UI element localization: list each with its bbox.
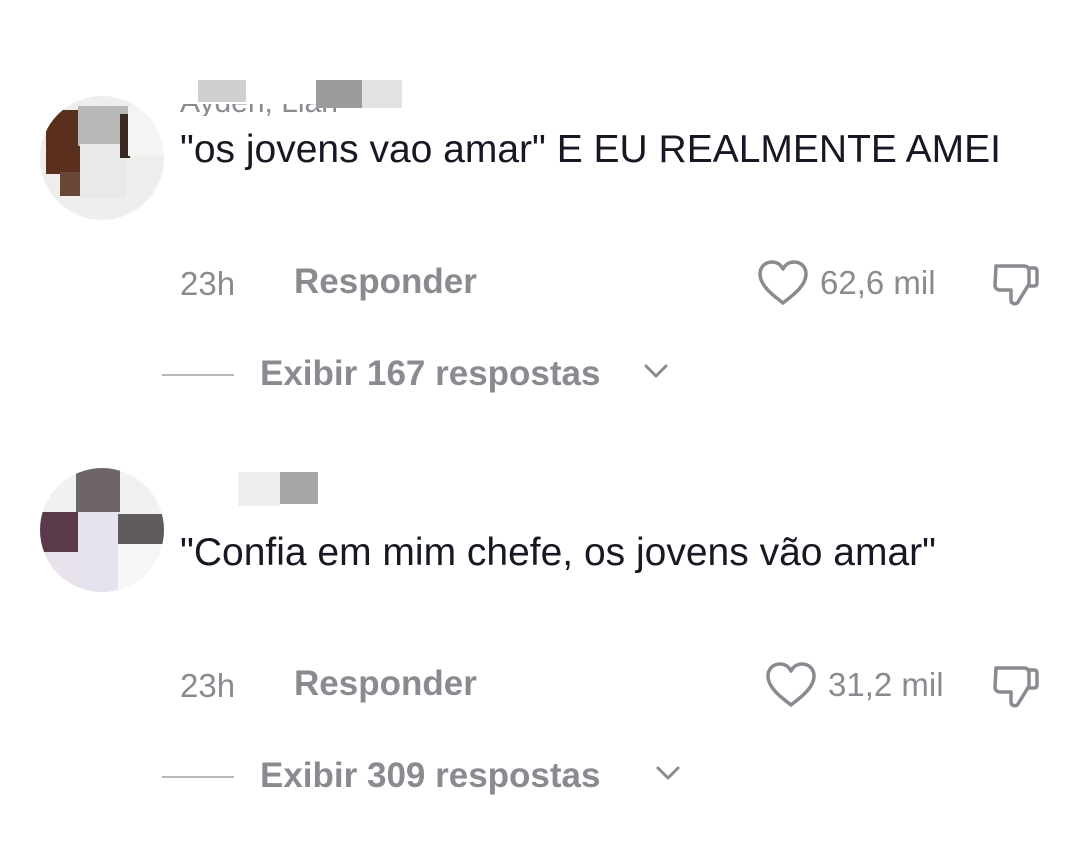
- dislike-button[interactable]: [990, 660, 1042, 717]
- chevron-down-icon: [656, 766, 680, 780]
- view-replies-button[interactable]: Exibir 309 respostas: [162, 756, 702, 796]
- comment-text: "Confia em mim chefe, os jovens vão amar…: [180, 531, 936, 574]
- thumbs-down-icon: [993, 666, 1039, 708]
- reply-button[interactable]: Responder: [294, 664, 477, 704]
- avatar[interactable]: [40, 468, 164, 592]
- divider-line: [162, 776, 234, 778]
- heart-outline-icon: [766, 662, 816, 707]
- like-button[interactable]: [764, 660, 818, 715]
- view-replies-label: Exibir 309 respostas: [260, 756, 601, 795]
- like-count: 31,2 mil: [828, 666, 944, 703]
- comment-username[interactable]: [180, 472, 330, 508]
- comment-item: "Confia em mim chefe, os jovens vão amar…: [0, 0, 1080, 853]
- comment-timestamp: 23h: [180, 667, 236, 704]
